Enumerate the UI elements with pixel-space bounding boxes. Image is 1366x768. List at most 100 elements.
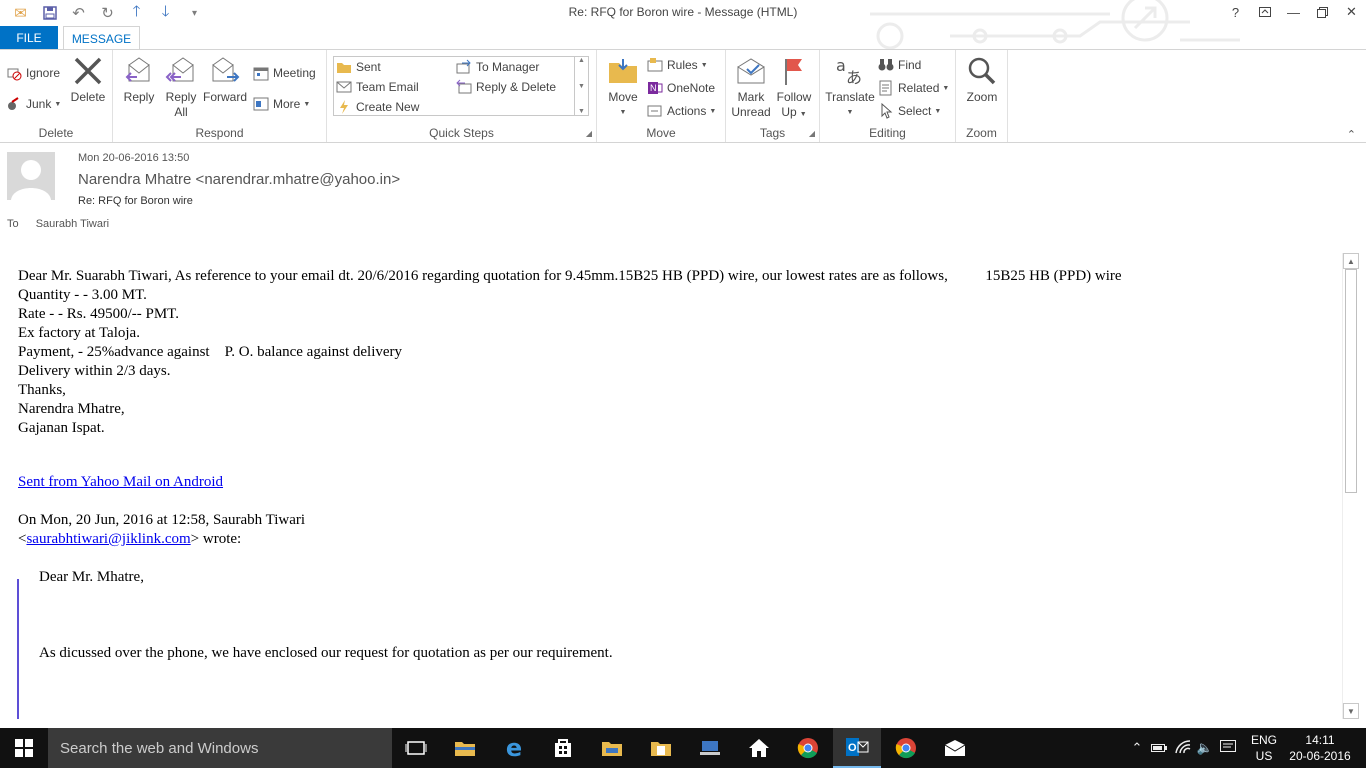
yahoo-mail-link[interactable]: Sent from Yahoo Mail on Android <box>18 474 223 490</box>
delete-x-icon <box>72 54 104 88</box>
body-line: Quantity - - 3.00 MT. <box>18 287 147 303</box>
related-icon <box>878 80 894 96</box>
taskbar: Search the web and Windows e O ⌃ 🔈 ENG U… <box>0 728 1366 768</box>
ignore-icon <box>6 65 22 81</box>
help-icon[interactable]: ? <box>1221 0 1250 24</box>
redo-icon[interactable]: ↻ <box>95 2 120 24</box>
more-respond-button[interactable]: More ▼ <box>253 94 310 114</box>
taskbar-search-box[interactable]: Search the web and Windows <box>48 728 392 768</box>
ribbon-group-respond: Reply Reply All Forward Meeting More ▼ R… <box>113 50 327 142</box>
quickstep-create-new[interactable]: Create New <box>336 97 419 117</box>
group-label-editing: Editing <box>869 126 906 140</box>
clock[interactable]: 14:11 20-06-2016 <box>1288 732 1352 764</box>
magnifier-icon <box>966 54 998 88</box>
sender-email-link[interactable]: saurabhtiwari@jiklink.com <box>26 531 190 547</box>
mail-open-icon[interactable] <box>931 728 979 768</box>
show-hidden-icons-icon[interactable]: ⌃ <box>1128 740 1146 756</box>
gallery-expand-icon[interactable]: ▼ <box>578 108 585 115</box>
chrome-icon[interactable] <box>784 728 832 768</box>
save-icon[interactable] <box>37 2 62 24</box>
battery-icon[interactable] <box>1146 741 1172 756</box>
next-item-icon[interactable]: 🡓 <box>153 2 178 24</box>
ignore-button[interactable]: Ignore <box>6 63 60 83</box>
scroll-up-icon[interactable]: ▲ <box>578 57 585 64</box>
more-icon <box>253 96 269 112</box>
reply-delete-icon <box>456 79 472 95</box>
onenote-icon: N <box>647 80 663 96</box>
documents-folder-icon[interactable] <box>637 728 685 768</box>
network-drive-icon[interactable] <box>686 728 734 768</box>
tags-launcher-icon[interactable]: ◢ <box>809 129 815 138</box>
group-label-respond: Respond <box>195 126 244 140</box>
start-button[interactable] <box>0 728 48 768</box>
body-line: Thanks, <box>18 382 66 398</box>
ribbon-group-editing: aあ Translate ▼ Find Related ▼ Select ▼ Edi… <box>820 50 956 142</box>
group-label-move: Move <box>646 126 676 140</box>
find-button[interactable]: Find <box>878 55 921 75</box>
volume-icon[interactable]: 🔈 <box>1194 740 1216 756</box>
system-tray: ⌃ 🔈 <box>1128 728 1240 768</box>
mark-unread-button[interactable]: Mark Unread <box>731 54 771 120</box>
follow-up-button[interactable]: Follow Up ▼ <box>774 54 814 122</box>
home-icon[interactable] <box>735 728 783 768</box>
notifications-icon[interactable] <box>1216 739 1240 757</box>
quick-access-toolbar: ✉ ↶ ↻ 🡑 🡓 ▾ <box>8 2 207 24</box>
actions-button[interactable]: Actions ▼ <box>647 101 716 121</box>
edge-browser-icon[interactable]: e <box>490 728 538 768</box>
related-button[interactable]: Related ▼ <box>878 78 949 98</box>
ribbon-display-options-icon[interactable] <box>1250 0 1279 24</box>
onenote-button[interactable]: N OneNote <box>647 78 715 98</box>
minimize-icon[interactable]: — <box>1279 0 1308 24</box>
reply-button[interactable]: Reply <box>121 54 157 105</box>
store-icon[interactable] <box>539 728 587 768</box>
restore-icon[interactable] <box>1308 0 1337 24</box>
previous-item-icon[interactable]: 🡑 <box>124 2 149 24</box>
recipient-name[interactable]: Saurabh Tiwari <box>36 218 109 230</box>
wifi-icon[interactable] <box>1172 739 1194 757</box>
quickstep-sent[interactable]: Sent <box>336 57 381 77</box>
quick-steps-scroller[interactable]: ▲ ▼ ▼ <box>574 57 588 115</box>
tab-message[interactable]: MESSAGE <box>63 26 140 51</box>
translate-button[interactable]: aあ Translate ▼ <box>824 54 876 120</box>
avatar <box>7 152 55 200</box>
outlook-icon[interactable]: O <box>833 728 881 768</box>
tab-file[interactable]: FILE <box>0 26 58 50</box>
move-button[interactable]: Move ▼ <box>605 54 641 120</box>
quickstep-team-email[interactable]: Team Email <box>336 77 419 97</box>
collapse-ribbon-icon[interactable]: ⌃ <box>1347 128 1356 141</box>
junk-button[interactable]: Junk ▼ <box>6 94 61 114</box>
file-explorer-icon[interactable] <box>441 728 489 768</box>
language-indicator[interactable]: ENG US <box>1250 732 1278 764</box>
quote-bar <box>17 579 19 719</box>
task-view-icon[interactable] <box>392 728 440 768</box>
message-subject: Re: RFQ for Boron wire <box>78 195 193 207</box>
scroll-down-arrow-icon[interactable]: ▼ <box>1343 703 1359 719</box>
body-line: Narendra Mhatre, <box>18 401 125 417</box>
rules-button[interactable]: Rules ▼ <box>647 55 708 75</box>
select-button[interactable]: Select ▼ <box>878 101 941 121</box>
quoted-text: As dicussed over the phone, we have encl… <box>39 645 613 661</box>
scroll-down-icon[interactable]: ▼ <box>578 83 585 90</box>
quick-steps-launcher-icon[interactable]: ◢ <box>586 129 592 138</box>
message-sender[interactable]: Narendra Mhatre <narendrar.mhatre@yahoo.… <box>78 171 400 188</box>
ribbon-group-tags: Mark Unread Follow Up ▼ Tags ◢ <box>726 50 820 142</box>
reply-all-button[interactable]: Reply All <box>163 54 199 120</box>
chrome-second-icon[interactable] <box>882 728 930 768</box>
forward-button[interactable]: Forward <box>203 54 247 105</box>
meeting-button[interactable]: Meeting <box>253 63 316 83</box>
zoom-button[interactable]: Zoom <box>962 54 1002 105</box>
customize-toolbar-icon[interactable]: ▾ <box>182 2 207 24</box>
undo-icon[interactable]: ↶ <box>66 2 91 24</box>
quickstep-to-manager[interactable]: To Manager <box>456 57 539 77</box>
scroll-up-arrow-icon[interactable]: ▲ <box>1343 253 1359 269</box>
body-scrollbar[interactable]: ▲ ▼ <box>1342 253 1359 719</box>
body-line: Delivery within 2/3 days. <box>18 363 171 379</box>
reply-icon <box>123 54 155 88</box>
ribbon: Ignore Junk ▼ Delete Delete Reply Reply … <box>0 49 1366 143</box>
folder-app-icon[interactable] <box>588 728 636 768</box>
close-icon[interactable]: ✕ <box>1337 0 1366 24</box>
scroll-thumb[interactable] <box>1345 269 1357 493</box>
quickstep-reply-delete[interactable]: Reply & Delete <box>456 77 556 97</box>
folder-icon <box>336 59 352 75</box>
delete-button[interactable]: Delete <box>70 54 106 105</box>
